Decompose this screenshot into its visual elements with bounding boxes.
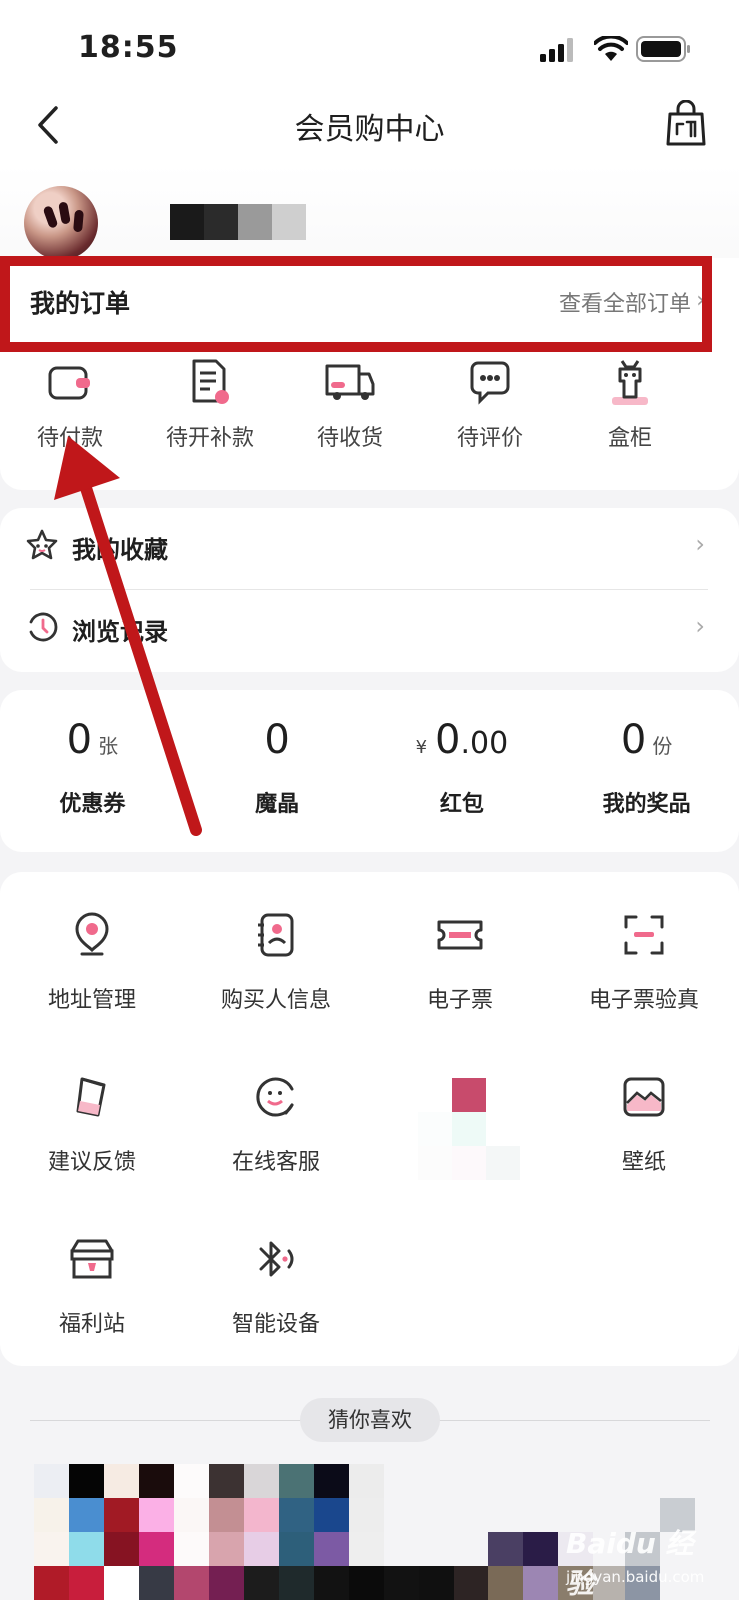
stat-value: 0 (435, 717, 461, 763)
order-tab-label: 待开补款 (165, 426, 254, 451)
truck-icon (325, 364, 375, 400)
stat-magic-crystal[interactable]: 0 魔晶 (185, 714, 370, 818)
chevron-right-icon: › (696, 288, 705, 313)
figure-icon (612, 360, 648, 405)
tool-label: 地址管理 (47, 988, 136, 1013)
tool-label: 福利站 (58, 1312, 125, 1337)
watermark-main: Baidu 经验 (566, 1527, 694, 1600)
tool-wallpaper[interactable]: 壁纸 (552, 1034, 736, 1175)
tool-e-ticket[interactable]: 电子票 (368, 872, 552, 1013)
profile-header[interactable] (24, 186, 724, 266)
chevron-right-icon: › (695, 530, 705, 558)
bluetooth-icon (259, 1241, 294, 1277)
stat-value: 0 (66, 717, 93, 763)
tool-label: 电子票 (426, 988, 493, 1013)
tool-label: 在线客服 (231, 1150, 320, 1175)
stat-value: 0 (264, 717, 290, 763)
tool-label: 购买人信息 (220, 988, 331, 1013)
row-label: 浏览记录 (72, 618, 168, 646)
stat-unit: 份 (652, 734, 673, 758)
history-clock-icon (29, 612, 58, 642)
order-status-tabs: 待付款 待开补款 待收货 待评价 盒柜 (0, 354, 739, 464)
stat-label: 我的奖品 (602, 792, 691, 817)
pixelated-icon[interactable] (418, 1078, 522, 1182)
tool-feedback[interactable]: 建议反馈 (0, 1034, 184, 1175)
my-favorites-row[interactable]: 我的收藏 › (0, 508, 739, 588)
order-tab-label: 待收货 (316, 426, 383, 451)
order-tab-label: 盒柜 (607, 426, 652, 451)
shopping-bag-button[interactable] (664, 99, 708, 148)
watermark-sub: jingyan.baidu.com (566, 1568, 705, 1586)
wallpaper-image-icon (623, 1077, 665, 1117)
stat-label: 优惠券 (59, 792, 126, 817)
order-tab-box-cabinet[interactable]: 盒柜 (560, 354, 700, 464)
orders-title: 我的订单 (30, 289, 131, 318)
tool-address-management[interactable]: 地址管理 (0, 872, 184, 1013)
order-tab-label: 待付款 (36, 426, 103, 451)
tool-welfare-station[interactable]: 福利站 (0, 1196, 184, 1337)
stat-label: 红包 (439, 792, 484, 817)
gift-box-icon (70, 1239, 114, 1279)
tool-label: 电子票验真 (588, 988, 699, 1013)
feedback-cup-icon (76, 1077, 106, 1117)
customer-service-icon (256, 1077, 294, 1117)
tool-e-ticket-verify[interactable]: 电子票验真 (552, 872, 736, 1013)
battery-icon (636, 36, 690, 62)
order-tab-label: 待评价 (456, 426, 523, 451)
browsing-history-row[interactable]: 浏览记录 › (0, 590, 739, 670)
avatar[interactable] (24, 186, 98, 260)
recommend-title: 猜你喜欢 (300, 1398, 440, 1442)
cellular-signal-icon (540, 38, 573, 62)
order-tab-pending-payment[interactable]: 待付款 (0, 354, 140, 464)
shortcut-list-card: 我的收藏 › 浏览记录 › (0, 508, 739, 672)
view-all-orders-link[interactable]: 查看全部订单 (559, 286, 691, 318)
services-card: 地址管理 购买人信息 电子票 电子票验真 建议反馈 在线客服 壁纸 福利站 智能… (0, 872, 739, 1366)
contact-book-icon (258, 913, 294, 957)
page-title: 会员购中心 (294, 112, 445, 147)
order-tab-to-review[interactable]: 待评价 (420, 354, 560, 464)
stat-coupons[interactable]: 0张 优惠券 (0, 714, 185, 818)
tool-label: 壁纸 (621, 1150, 666, 1175)
shopping-bag-icon (666, 99, 706, 146)
document-icon (192, 359, 229, 404)
scan-frame-icon (624, 915, 664, 955)
navigation-bar: 会员购中心 (0, 92, 739, 162)
location-pin-icon (75, 912, 109, 956)
tool-label: 智能设备 (231, 1312, 320, 1337)
status-time: 18:55 (78, 30, 179, 65)
tool-label: 建议反馈 (47, 1150, 136, 1175)
username-redacted (170, 204, 306, 240)
chevron-right-icon: › (695, 612, 705, 640)
stat-red-packet[interactable]: ¥0.00 红包 (370, 714, 555, 818)
stat-unit: 张 (98, 734, 119, 758)
recommend-divider: 猜你喜欢 (30, 1398, 710, 1442)
ticket-icon (437, 920, 483, 950)
wallet-icon (48, 366, 90, 400)
star-face-icon (26, 529, 58, 560)
wifi-icon (594, 36, 628, 61)
order-tab-to-receive[interactable]: 待收货 (280, 354, 420, 464)
stat-my-prizes[interactable]: 0份 我的奖品 (554, 714, 739, 818)
screen: 18:55 会员购中心 我的订单 查看全部订单 › 待付款 待开补款 待收货 待… (0, 0, 739, 1600)
orders-header[interactable]: 我的订单 查看全部订单 › (0, 272, 739, 328)
tool-buyer-info[interactable]: 购买人信息 (184, 872, 368, 1013)
stat-decimals: .00 (460, 726, 509, 761)
stat-currency: ¥ (415, 737, 428, 758)
baidu-watermark: Baidu 经验 jingyan.baidu.com (566, 1522, 716, 1600)
stat-label: 魔晶 (255, 792, 300, 817)
wallet-stats-card: 0张 优惠券 0 魔晶 ¥0.00 红包 0份 我的奖品 (0, 690, 739, 852)
stat-value: 0 (620, 717, 647, 763)
chat-bubble-icon (470, 361, 510, 405)
order-tab-balance-due[interactable]: 待开补款 (140, 354, 280, 464)
tool-smart-device[interactable]: 智能设备 (184, 1196, 368, 1337)
orders-card: 我的订单 查看全部订单 › 待付款 待开补款 待收货 待评价 盒柜 (0, 258, 739, 490)
status-bar: 18:55 (0, 0, 739, 90)
row-label: 我的收藏 (72, 536, 168, 564)
tool-online-service[interactable]: 在线客服 (184, 1034, 368, 1175)
